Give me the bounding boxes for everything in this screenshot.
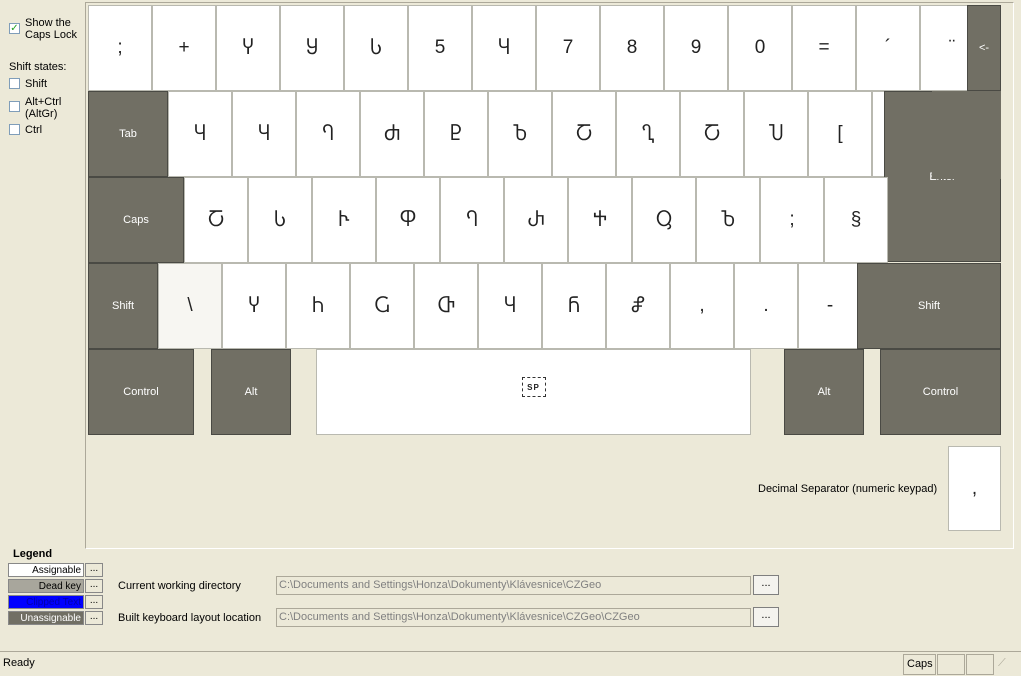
enter-key-top[interactable]	[932, 91, 1001, 179]
built-location-field[interactable]: C:\Documents and Settings\Honza\Dokument…	[276, 608, 751, 627]
key-r3-1[interactable]: Ⴑ	[248, 177, 312, 263]
alt-right-key[interactable]: Alt	[784, 349, 864, 435]
status-pane-2	[937, 654, 965, 675]
key-r2-0[interactable]: Ⴗ	[168, 91, 232, 177]
legend-item-unassignable: Unassignable	[8, 611, 84, 625]
shift-checkbox[interactable]	[9, 78, 20, 89]
status-bar: Ready Caps ⟋	[0, 651, 1021, 676]
key-r4-7[interactable]: Ⴥ	[606, 263, 670, 349]
altgr-label: Alt+Ctrl (AltGr)	[25, 96, 62, 120]
legend-color-button-3[interactable]: ...	[85, 611, 103, 625]
key-r4-5[interactable]: Ⴗ	[478, 263, 542, 349]
key-r3-8[interactable]: Ⴆ	[696, 177, 760, 263]
cwd-label: Current working directory	[118, 580, 241, 592]
cwd-field[interactable]: C:\Documents and Settings\Honza\Dokument…	[276, 576, 751, 595]
ctrl-label: Ctrl	[25, 124, 43, 136]
key-r2-6[interactable]: Ⴀ	[552, 91, 616, 177]
key-r1-10[interactable]: 0	[728, 5, 792, 91]
key-r2-9[interactable]: Ⴎ	[744, 91, 808, 177]
key-r1-3[interactable]: Ⴘ	[280, 5, 344, 91]
show-caps-lock-label: Show the Caps Lock	[25, 17, 77, 41]
legend-item-clipped-text: Clipped Text	[8, 595, 84, 609]
key-r2-7[interactable]: Ⴂ	[616, 91, 680, 177]
legend-color-button-1[interactable]: ...	[85, 579, 103, 593]
altgr-checkbox[interactable]	[9, 101, 20, 112]
key-r3-6[interactable]: Ⴕ	[568, 177, 632, 263]
key-r4-0[interactable]: \	[158, 263, 222, 349]
key-r4-9[interactable]: .	[734, 263, 798, 349]
status-pane-3	[966, 654, 994, 675]
control-right-key[interactable]: Control	[880, 349, 1001, 435]
key-r3-4[interactable]: Ⴄ	[440, 177, 504, 263]
ctrl-checkbox[interactable]	[9, 124, 20, 135]
alt-left-key[interactable]: Alt	[211, 349, 291, 435]
legend-title: Legend	[13, 548, 53, 560]
key-r1-12[interactable]: ´	[856, 5, 920, 91]
key-r2-1[interactable]: Ⴗ	[232, 91, 296, 177]
legend-color-button-2[interactable]: ...	[85, 595, 103, 609]
shift-left-key[interactable]: Shift	[88, 263, 158, 349]
key-r3-7[interactable]: Ⴓ	[632, 177, 696, 263]
key-r1-8[interactable]: 8	[600, 5, 664, 91]
cwd-browse-button[interactable]: ...	[753, 575, 779, 595]
caps-key[interactable]: Caps	[88, 177, 184, 263]
space-key[interactable]: SP	[316, 349, 751, 435]
legend-item-assignable: Assignable	[8, 563, 84, 577]
space-label: SP	[521, 377, 546, 397]
key-r1-11[interactable]: =	[792, 5, 856, 91]
key-r2-2[interactable]: Ⴄ	[296, 91, 360, 177]
key-r3-9[interactable]: ;	[760, 177, 824, 263]
key-r1-4[interactable]: Ⴑ	[344, 5, 408, 91]
shift-right-key[interactable]: Shift	[857, 263, 1001, 349]
key-r1-6[interactable]: Ⴗ	[472, 5, 536, 91]
key-r4-2[interactable]: Ⴙ	[286, 263, 350, 349]
backspace-key[interactable]: <-	[967, 5, 1001, 91]
key-r1-2[interactable]: Ⴤ	[216, 5, 280, 91]
key-r4-3[interactable]: Ⴚ	[350, 263, 414, 349]
key-r3-10[interactable]: §	[824, 177, 888, 263]
key-r1-1[interactable]: +	[152, 5, 216, 91]
key-r2-3[interactable]: Ⴛ	[360, 91, 424, 177]
decimal-separator-key[interactable]: ,	[948, 446, 1001, 531]
built-location-label: Built keyboard layout location	[118, 612, 262, 624]
key-r1-9[interactable]: 9	[664, 5, 728, 91]
key-r4-4[interactable]: Ⴇ	[414, 263, 478, 349]
key-r3-2[interactable]: Ⴡ	[312, 177, 376, 263]
key-r4-10[interactable]: -	[798, 263, 862, 349]
shift-states-title: Shift states:	[9, 61, 67, 73]
status-ready: Ready	[3, 657, 35, 669]
legend-color-button-0[interactable]: ...	[85, 563, 103, 577]
key-r4-6[interactable]: Ⴌ	[542, 263, 606, 349]
key-r3-3[interactable]: Ⴔ	[376, 177, 440, 263]
key-r1-5[interactable]: 5	[408, 5, 472, 91]
size-grip[interactable]: ⟋	[995, 654, 1019, 675]
key-r2-10[interactable]: [	[808, 91, 872, 177]
key-r3-5[interactable]: Ⴐ	[504, 177, 568, 263]
shift-label: Shift	[25, 78, 48, 90]
key-r4-8[interactable]: ,	[670, 263, 734, 349]
key-r1-0[interactable]: ;	[88, 5, 152, 91]
show-caps-lock-checkbox[interactable]: ✓	[9, 23, 20, 34]
built-location-browse-button[interactable]: ...	[753, 607, 779, 627]
tab-key[interactable]: Tab	[88, 91, 168, 177]
key-r1-7[interactable]: 7	[536, 5, 600, 91]
control-left-key[interactable]: Control	[88, 349, 194, 435]
decimal-separator-label: Decimal Separator (numeric keypad)	[758, 483, 938, 495]
key-r2-5[interactable]: Ⴆ	[488, 91, 552, 177]
key-r2-8[interactable]: Ⴀ	[680, 91, 744, 177]
key-r4-1[interactable]: Ⴤ	[222, 263, 286, 349]
key-r2-4[interactable]: Ⴒ	[424, 91, 488, 177]
key-r3-0[interactable]: Ⴀ	[184, 177, 248, 263]
legend-item-dead-key: Dead key	[8, 579, 84, 593]
status-caps: Caps	[903, 654, 936, 675]
